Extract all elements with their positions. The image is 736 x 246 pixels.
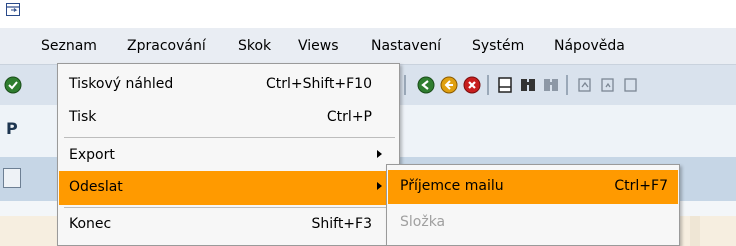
find-icon[interactable] bbox=[519, 76, 537, 94]
menu-views[interactable]: Views bbox=[298, 38, 339, 54]
back-icon[interactable] bbox=[417, 76, 435, 94]
menu-item-shortcut: Shift+F3 bbox=[311, 216, 372, 232]
menu-system[interactable]: Systém bbox=[472, 38, 524, 54]
menu-skok[interactable]: Skok bbox=[238, 38, 271, 54]
submenu-item-slozka: Složka bbox=[388, 206, 678, 240]
toolbar-separator bbox=[487, 75, 489, 95]
enter-icon[interactable] bbox=[4, 76, 22, 94]
next-page-icon[interactable] bbox=[622, 76, 640, 94]
exit-icon[interactable] bbox=[440, 76, 458, 94]
menu-item-label: Příjemce mailu bbox=[400, 178, 504, 194]
menu-item-konec[interactable]: Konec Shift+F3 bbox=[59, 208, 398, 242]
menu-item-export[interactable]: Export bbox=[59, 139, 398, 173]
menu-item-label: Konec bbox=[69, 216, 112, 232]
previous-page-icon[interactable] bbox=[599, 76, 617, 94]
application-toolbar-icon[interactable] bbox=[3, 168, 21, 188]
menu-zpracovani[interactable]: Zpracování bbox=[127, 38, 206, 54]
system-menu-icon[interactable] bbox=[6, 3, 20, 16]
seznam-dropdown-menu: Tiskový náhled Ctrl+Shift+F10 Tisk Ctrl+… bbox=[57, 63, 400, 246]
menu-seznam[interactable]: Seznam bbox=[41, 38, 97, 54]
toolbar-separator bbox=[566, 75, 568, 95]
menu-nastaveni[interactable]: Nastavení bbox=[371, 38, 441, 54]
menu-item-label: Složka bbox=[400, 214, 446, 230]
menu-item-label: Export bbox=[69, 147, 115, 163]
submenu-item-prijemce-mailu[interactable]: Příjemce mailu Ctrl+F7 bbox=[388, 170, 678, 204]
window-top-strip bbox=[0, 0, 736, 28]
menu-item-label: Tisk bbox=[69, 109, 97, 125]
menu-napoveda[interactable]: Nápověda bbox=[554, 38, 625, 54]
submenu-arrow-icon bbox=[377, 182, 382, 190]
menu-item-shortcut: Ctrl+Shift+F10 bbox=[265, 76, 372, 92]
first-page-icon[interactable] bbox=[576, 76, 594, 94]
toolbar-separator bbox=[404, 75, 406, 95]
menu-bar: Seznam Zpracování Skok Views Nastavení S… bbox=[0, 28, 736, 65]
print-icon[interactable] bbox=[496, 76, 514, 94]
menu-item-tisk[interactable]: Tisk Ctrl+P bbox=[59, 101, 398, 135]
odeslat-submenu: Příjemce mailu Ctrl+F7 Složka bbox=[386, 164, 680, 246]
menu-separator bbox=[64, 137, 395, 138]
menu-item-odeslat[interactable]: Odeslat bbox=[59, 171, 398, 205]
submenu-arrow-icon bbox=[377, 150, 382, 158]
menu-item-shortcut: Ctrl+P bbox=[326, 109, 372, 125]
menu-item-shortcut: Ctrl+F7 bbox=[614, 178, 668, 194]
page-title: P bbox=[6, 119, 18, 138]
cancel-icon[interactable] bbox=[463, 76, 481, 94]
menu-item-label: Odeslat bbox=[69, 179, 123, 195]
menu-item-label: Tiskový náhled bbox=[69, 76, 174, 92]
find-next-icon[interactable] bbox=[542, 76, 560, 94]
menu-item-tiskovy-nahled[interactable]: Tiskový náhled Ctrl+Shift+F10 bbox=[59, 68, 398, 102]
